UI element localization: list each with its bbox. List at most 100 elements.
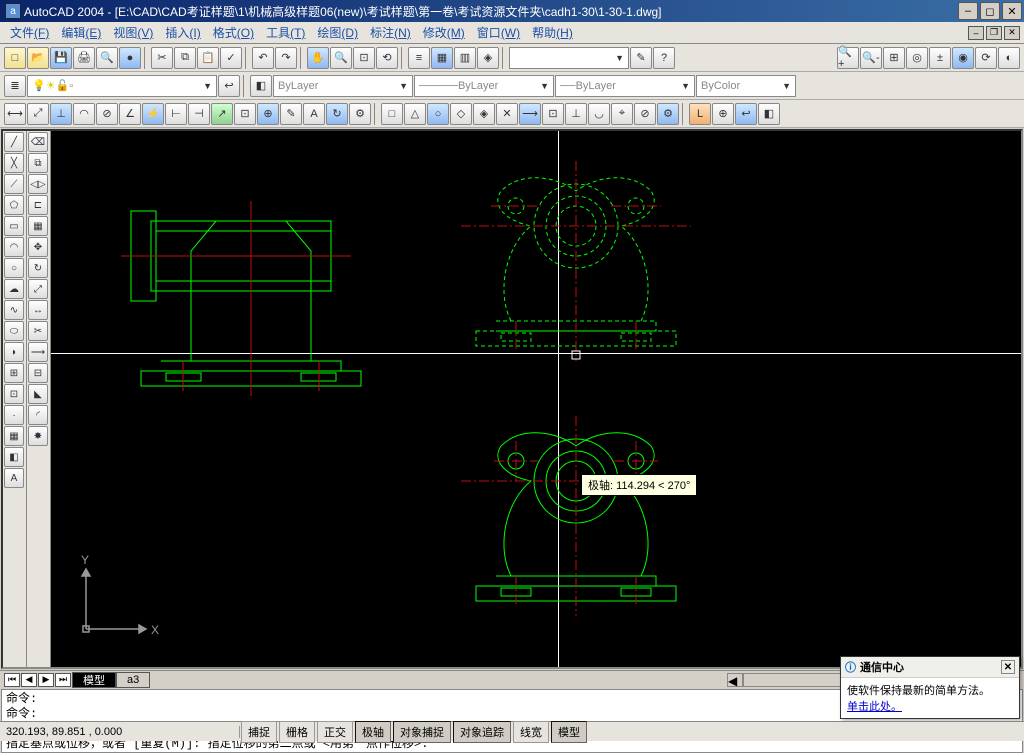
close-button[interactable]: ✕ <box>1002 2 1022 20</box>
osnap-center-button[interactable]: ○ <box>427 103 449 125</box>
tab-first-button[interactable]: ⏮ <box>4 673 20 687</box>
mirror-button[interactable]: ◁▷ <box>28 174 48 194</box>
xline-button[interactable]: ╳ <box>4 153 24 173</box>
lwt-toggle[interactable]: 线宽 <box>513 721 549 743</box>
ellipse-button[interactable]: ⬭ <box>4 321 24 341</box>
ucs-world-button[interactable]: ⊕ <box>712 103 734 125</box>
open-button[interactable]: 📂 <box>27 47 49 69</box>
tab-model[interactable]: 模型 <box>72 672 116 688</box>
model-toggle[interactable]: 模型 <box>551 721 587 743</box>
dim-linear-button[interactable]: ⟷ <box>4 103 26 125</box>
leader-button[interactable]: ↗ <box>211 103 233 125</box>
publish-button[interactable]: ● <box>119 47 141 69</box>
layer-prev-button[interactable]: ↩ <box>218 75 240 97</box>
dim-continue-button[interactable]: ⊣ <box>188 103 210 125</box>
dim-update-button[interactable]: ↻ <box>326 103 348 125</box>
osnap-ins-button[interactable]: ⊡ <box>542 103 564 125</box>
dim-quick-button[interactable]: ⚡ <box>142 103 164 125</box>
osnap-near-button[interactable]: ⌖ <box>611 103 633 125</box>
doc-minimize-button[interactable]: – <box>968 26 984 40</box>
osnap-settings-button[interactable]: ⚙ <box>657 103 679 125</box>
redo-button[interactable]: ↷ <box>275 47 297 69</box>
osnap-node-button[interactable]: ◇ <box>450 103 472 125</box>
circle-button[interactable]: ○ <box>4 258 24 278</box>
osnap-midpoint-button[interactable]: △ <box>404 103 426 125</box>
dim-style-button[interactable]: ⚙ <box>349 103 371 125</box>
osnap-none-button[interactable]: ⊘ <box>634 103 656 125</box>
tolerance-button[interactable]: ⊡ <box>234 103 256 125</box>
dim-text-edit-button[interactable]: A <box>303 103 325 125</box>
coordinates-display[interactable]: 320.193, 89.851 , 0.000 <box>0 726 240 738</box>
zoom-all-button[interactable]: ◎ <box>906 47 928 69</box>
break-button[interactable]: ⊟ <box>28 363 48 383</box>
osnap-perp-button[interactable]: ⊥ <box>565 103 587 125</box>
menu-dim[interactable]: 标注(N) <box>364 22 417 43</box>
osnap-toggle[interactable]: 对象捕捉 <box>393 721 451 743</box>
osnap-tan-button[interactable]: ◡ <box>588 103 610 125</box>
zoom-win-button[interactable]: ⊡ <box>353 47 375 69</box>
zoom-prev-button[interactable]: ⟲ <box>376 47 398 69</box>
polar-toggle[interactable]: 极轴 <box>355 721 391 743</box>
plot-button[interactable]: 🖨 <box>73 47 95 69</box>
zoom-ext-button[interactable]: ⊞ <box>883 47 905 69</box>
chamfer-button[interactable]: ◣ <box>28 384 48 404</box>
dim-diameter-button[interactable]: ⊘ <box>96 103 118 125</box>
polygon-button[interactable]: ⬠ <box>4 195 24 215</box>
otrack-toggle[interactable]: 对象追踪 <box>453 721 511 743</box>
menu-draw[interactable]: 绘图(D) <box>311 22 364 43</box>
region-button[interactable]: ◧ <box>4 447 24 467</box>
tab-prev-button[interactable]: ◀ <box>21 673 37 687</box>
layer-manager-button[interactable]: ≣ <box>4 75 26 97</box>
menu-edit[interactable]: 编辑(E) <box>55 22 107 43</box>
doc-restore-button[interactable]: ❐ <box>986 26 1002 40</box>
layer-dropdown[interactable]: 💡☀🔓▫ ▼ <box>27 75 217 97</box>
extend-button[interactable]: ⟶ <box>28 342 48 362</box>
erase-button[interactable]: ⌫ <box>28 132 48 152</box>
dbconnect-button[interactable]: ◈ <box>477 47 499 69</box>
point-button[interactable]: · <box>4 405 24 425</box>
dim-radius-button[interactable]: ◠ <box>73 103 95 125</box>
named-views-button[interactable]: ◉ <box>952 47 974 69</box>
color-dropdown[interactable]: ByLayer▼ <box>273 75 413 97</box>
ortho-toggle[interactable]: 正交 <box>317 721 353 743</box>
lineweight-dropdown[interactable]: ── ByLayer▼ <box>555 75 695 97</box>
osnap-quad-button[interactable]: ◈ <box>473 103 495 125</box>
new-button[interactable]: □ <box>4 47 26 69</box>
3dorbit-button[interactable]: ◐ <box>998 47 1020 69</box>
brush-button[interactable]: ✎ <box>630 47 652 69</box>
save-button[interactable]: 💾 <box>50 47 72 69</box>
pline-button[interactable]: ⟋ <box>4 174 24 194</box>
rotate-button[interactable]: ↻ <box>28 258 48 278</box>
color-button[interactable]: ◧ <box>250 75 272 97</box>
preview-button[interactable]: 🔍 <box>96 47 118 69</box>
offset-button[interactable]: ⊏ <box>28 195 48 215</box>
zoom-scale-button[interactable]: ± <box>929 47 951 69</box>
explode-button[interactable]: ✸ <box>28 426 48 446</box>
move-button[interactable]: ✥ <box>28 237 48 257</box>
arc-button[interactable]: ◠ <box>4 237 24 257</box>
spline-button[interactable]: ∿ <box>4 300 24 320</box>
doc-close-button[interactable]: ✕ <box>1004 26 1020 40</box>
make-block-button[interactable]: ⊡ <box>4 384 24 404</box>
ucs-button[interactable]: L <box>689 103 711 125</box>
maximize-button[interactable]: ◻ <box>980 2 1000 20</box>
hscroll-left-button[interactable]: ◀ <box>727 673 743 687</box>
dim-ordinate-button[interactable]: ⊥ <box>50 103 72 125</box>
standard-dropdown[interactable]: ▼ <box>509 47 629 69</box>
scale-button[interactable]: ⤢ <box>28 279 48 299</box>
menu-modify[interactable]: 修改(M) <box>417 22 471 43</box>
tool-palette-button[interactable]: ▥ <box>454 47 476 69</box>
tab-layout-a3[interactable]: a3 <box>116 672 150 688</box>
center-mark-button[interactable]: ⊕ <box>257 103 279 125</box>
copy-button[interactable]: ⧉ <box>174 47 196 69</box>
zoom-out-button[interactable]: 🔍- <box>860 47 882 69</box>
osnap-endpoint-button[interactable]: □ <box>381 103 403 125</box>
drawing-area[interactable]: ╱ ╳ ⟋ ⬠ ▭ ◠ ○ ☁ ∿ ⬭ ◗ ⊞ ⊡ · ▦ ◧ A ⌫ ⧉ ◁▷… <box>1 129 1023 669</box>
tab-last-button[interactable]: ⏭ <box>55 673 71 687</box>
ucs-prev-button[interactable]: ↩ <box>735 103 757 125</box>
menu-view[interactable]: 视图(V) <box>107 22 159 43</box>
hatch-button[interactable]: ▦ <box>4 426 24 446</box>
minimize-button[interactable]: – <box>958 2 978 20</box>
dc-button[interactable]: ▦ <box>431 47 453 69</box>
line-button[interactable]: ╱ <box>4 132 24 152</box>
